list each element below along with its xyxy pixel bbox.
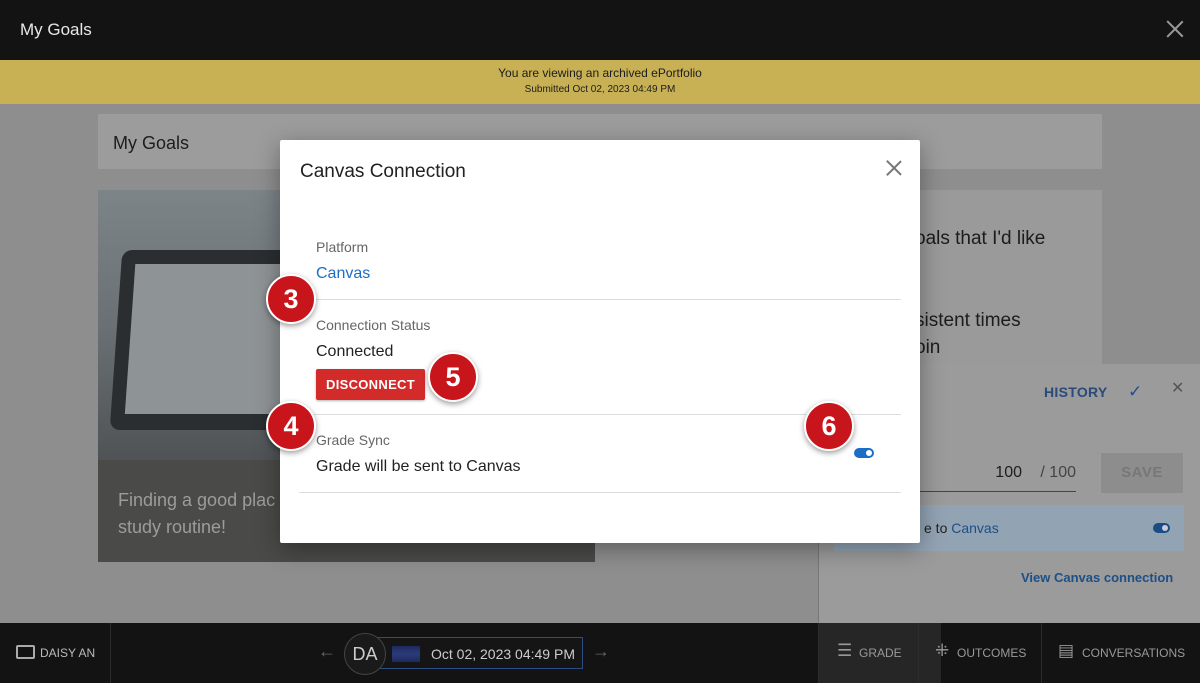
grade-sync-link[interactable]: Canvas: [951, 520, 998, 536]
grade-sync-toggle[interactable]: [854, 448, 874, 458]
modal-title: Canvas Connection: [300, 161, 466, 182]
goals-header-title: My Goals: [113, 133, 190, 153]
marker-3: 3: [266, 274, 316, 324]
tab-outcomes-label: OUTCOMES: [957, 646, 1027, 660]
save-button[interactable]: SAVE: [1101, 453, 1183, 493]
score-value[interactable]: 100: [995, 464, 1022, 482]
platform-link[interactable]: Canvas: [316, 265, 370, 283]
previous-arrow-icon[interactable]: ←: [318, 641, 336, 662]
grade-sync-toggle[interactable]: [1153, 523, 1170, 533]
submission-date-selector[interactable]: Oct 02, 2023 04:49 PM: [377, 637, 583, 669]
archive-banner-message: You are viewing an archived ePortfolio: [498, 66, 702, 80]
grade-sync-label: Grade Sync: [316, 432, 390, 448]
goal-text-line1: oals that I'd like: [915, 228, 1046, 249]
grade-sync-text: e to Canvas: [924, 520, 999, 536]
tab-outcomes[interactable]: ⁜ OUTCOMES: [918, 623, 1041, 683]
grade-sync-value: Grade will be sent to Canvas: [316, 458, 521, 475]
tab-grade-label: GRADE: [859, 646, 902, 660]
outcomes-icon: ⁜: [935, 641, 950, 660]
tab-conversations[interactable]: ▤ CONVERSATIONS: [1041, 623, 1200, 683]
marker-5: 5: [428, 352, 478, 402]
score-input[interactable]: 100 / 100: [909, 452, 1076, 492]
grade-icon: ☰: [837, 641, 853, 660]
disconnect-button[interactable]: DISCONNECT: [316, 369, 425, 400]
id-card-icon: [16, 645, 35, 659]
marker-6: 6: [804, 401, 854, 451]
view-canvas-connection-link[interactable]: View Canvas connection: [1021, 570, 1173, 585]
student-name: DAISY AN: [40, 646, 96, 660]
divider: [299, 299, 901, 300]
history-button[interactable]: HISTORY: [1044, 384, 1108, 400]
archive-banner-submitted: Submitted Oct 02, 2023 04:49 PM: [524, 84, 676, 95]
grade-sync-prefix: e to: [924, 520, 952, 536]
top-bar: My Goals: [0, 0, 1200, 60]
platform-label: Platform: [316, 239, 369, 255]
connection-status-label: Connection Status: [316, 317, 431, 333]
score-max: / 100: [1040, 464, 1076, 481]
marker-4: 4: [266, 401, 316, 451]
submission-date: Oct 02, 2023 04:49 PM: [431, 646, 575, 662]
goal-text-line2: sistent times: [915, 310, 1021, 331]
student-selector[interactable]: DAISY AN: [0, 623, 111, 683]
close-icon[interactable]: [886, 160, 902, 176]
next-arrow-icon[interactable]: →: [592, 641, 610, 662]
connection-status-value: Connected: [316, 343, 394, 360]
submission-thumbnail: [392, 646, 420, 662]
tab-conversations-label: CONVERSATIONS: [1082, 646, 1186, 660]
bottom-bar: DAISY AN ← Oct 02, 2023 04:49 PM DA → ☰ …: [0, 623, 1200, 683]
divider: [299, 492, 901, 493]
canvas-connection-modal: Canvas Connection Platform Canvas Connec…: [280, 140, 920, 543]
close-icon[interactable]: [1166, 20, 1184, 38]
conversations-icon: ▤: [1058, 641, 1075, 660]
archive-banner: You are viewing an archived ePortfolio S…: [0, 60, 1200, 104]
checkmark-icon[interactable]: ✓: [1128, 382, 1142, 402]
avatar: DA: [344, 633, 386, 675]
page-title: My Goals: [20, 20, 92, 39]
close-panel-icon[interactable]: ✕: [1171, 378, 1184, 398]
